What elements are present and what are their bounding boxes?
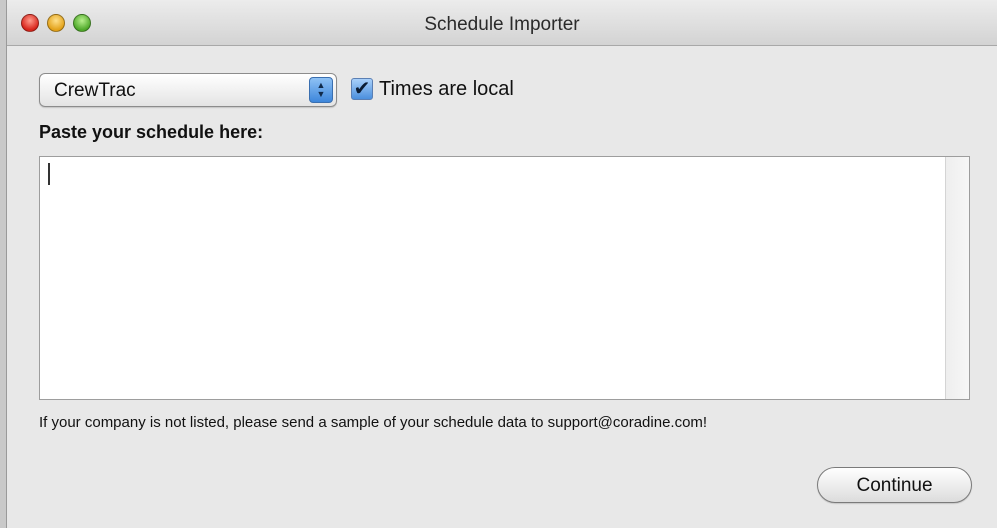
title-bar[interactable]: Schedule Importer [7,0,997,46]
times-local-label[interactable]: Times are local [379,78,514,101]
unlisted-company-note: If your company is not listed, please se… [39,414,708,431]
updown-chevron-icon: ▲ ▼ [309,77,333,103]
times-local-checkbox[interactable]: ✔ [351,78,373,100]
import-source-popup[interactable]: CrewTrac ▲ ▼ [39,73,337,107]
schedule-importer-window: Schedule Importer CrewTrac ▲ ▼ ✔ Times ar… [6,0,997,528]
schedule-input[interactable] [40,157,944,399]
import-source-selected: CrewTrac [54,80,136,101]
continue-button[interactable]: Continue [817,467,972,503]
schedule-input-container [39,156,970,400]
schedule-input-scrollbar[interactable] [945,157,969,399]
checkmark-icon: ✔ [353,78,371,100]
text-caret [48,163,50,185]
window-title: Schedule Importer [424,14,580,35]
schedule-input-label: Paste your schedule here: [39,122,264,142]
